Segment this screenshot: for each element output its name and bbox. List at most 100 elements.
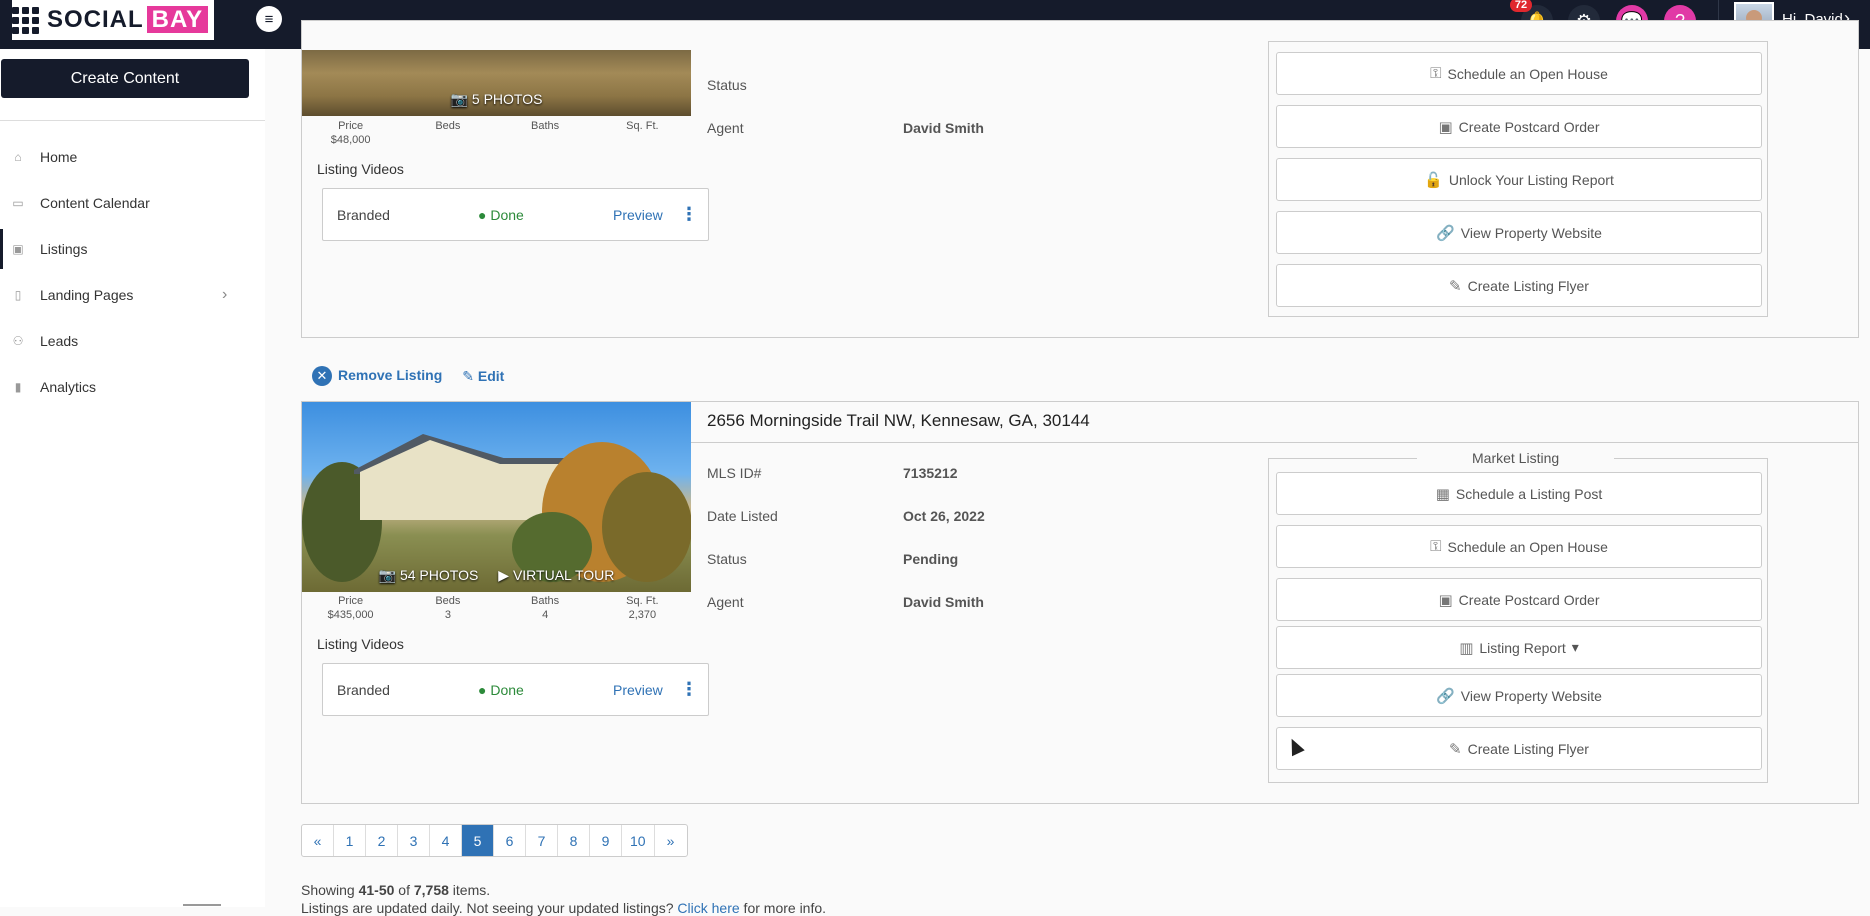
- click-here-link[interactable]: Click here: [677, 900, 739, 916]
- create-flyer-button[interactable]: ✎ Create Listing Flyer: [1276, 727, 1762, 770]
- bar-chart-icon: ▥: [1459, 639, 1474, 657]
- listing-actions-panel: Market Listing ▦ Schedule a Listing Post …: [1268, 450, 1768, 783]
- pagination-page[interactable]: 2: [366, 825, 398, 856]
- logo[interactable]: SOCIAL BAY: [12, 0, 215, 40]
- listing-report-dropdown[interactable]: ▥ Listing Report ▾: [1276, 626, 1762, 669]
- create-flyer-button[interactable]: ✎ Create Listing Flyer: [1276, 264, 1762, 307]
- divider: [691, 442, 1859, 443]
- camera-icon: 📷 5 PHOTOS: [450, 91, 543, 107]
- listing-actions-panel: ⚿ Schedule an Open House ▣ Create Postcard…: [1268, 41, 1768, 317]
- stat-price: Price $435,000: [327, 595, 374, 621]
- pagination-page[interactable]: 10: [622, 825, 655, 856]
- sidebar-item-landing-pages[interactable]: ▯ Landing Pages ›: [0, 275, 265, 315]
- pencil-icon: ✎: [462, 367, 478, 384]
- logo-text: SOCIAL BAY: [47, 6, 209, 34]
- detail-label: MLS ID#: [707, 465, 762, 481]
- key-icon: ⚿: [1430, 538, 1442, 555]
- unlock-report-button[interactable]: 🔓 Unlock Your Listing Report: [1276, 158, 1762, 201]
- schedule-open-house-button[interactable]: ⚿ Schedule an Open House: [1276, 52, 1762, 95]
- listings-icon: ▣: [12, 242, 24, 256]
- create-content-button[interactable]: Create Content: [1, 59, 249, 98]
- stat-beds: Beds: [435, 120, 461, 132]
- video-row: Branded ● Done Preview ⋮: [322, 663, 709, 716]
- sidebar: Create Content ⌂ Home ▭ Content Calendar…: [0, 49, 265, 907]
- sidebar-item-listings[interactable]: ▣ Listings: [0, 229, 265, 269]
- stat-baths: Baths: [531, 120, 560, 132]
- listing-address: 2656 Morningside Trail NW, Kennesaw, GA,…: [707, 411, 1090, 430]
- stat-sqft: Sq. Ft.: [626, 120, 659, 132]
- edit-listing-button[interactable]: ✎ Edit: [462, 368, 504, 385]
- link-icon: 🔗: [1436, 687, 1455, 705]
- sidebar-item-label: Leads: [40, 333, 79, 349]
- edit-icon: ✎: [1449, 740, 1462, 758]
- sidebar-item-analytics[interactable]: ▮ Analytics: [0, 367, 265, 407]
- sidebar-item-label: Analytics: [40, 379, 97, 395]
- view-website-button[interactable]: 🔗 View Property Website: [1276, 674, 1762, 717]
- key-icon: ⚿: [1430, 65, 1442, 82]
- detail-value: Pending: [903, 551, 959, 567]
- divider: [0, 120, 265, 121]
- listing-card: 📷 5 PHOTOS Price $48,000 Beds Baths Sq. F…: [301, 20, 1859, 338]
- listing-card: 📷 54 PHOTOS ▶ VIRTUAL TOUR Price $435,000…: [301, 401, 1859, 804]
- pagination-page[interactable]: 4: [430, 825, 462, 856]
- collapse-sidebar-icon[interactable]: ≡: [256, 6, 282, 32]
- image-icon: ▣: [1438, 591, 1453, 609]
- stat-beds: Beds 3: [435, 595, 461, 621]
- detail-value: David Smith: [903, 594, 984, 610]
- more-options-icon[interactable]: ⋮: [680, 679, 698, 700]
- sidebar-item-content-calendar[interactable]: ▭ Content Calendar: [0, 183, 265, 223]
- create-postcard-button[interactable]: ▣ Create Postcard Order: [1276, 105, 1762, 148]
- schedule-listing-post-button[interactable]: ▦ Schedule a Listing Post: [1276, 472, 1762, 515]
- preview-link[interactable]: Preview: [613, 207, 663, 223]
- home-icon: ⌂: [14, 150, 22, 164]
- leads-icon: ⚇: [12, 334, 24, 348]
- pagination-prev[interactable]: «: [302, 825, 334, 856]
- link-icon: 🔗: [1436, 224, 1455, 242]
- camera-icon[interactable]: 📷 54 PHOTOS: [379, 567, 479, 584]
- preview-link[interactable]: Preview: [613, 682, 663, 698]
- pagination-page[interactable]: 8: [558, 825, 590, 856]
- sidebar-item-label: Landing Pages: [40, 287, 134, 303]
- calendar-icon: ▭: [12, 196, 24, 210]
- create-postcard-button[interactable]: ▣ Create Postcard Order: [1276, 578, 1762, 621]
- listing-videos-title: Listing Videos: [317, 636, 404, 652]
- sidebar-item-label: Content Calendar: [40, 195, 150, 211]
- pagination: « 1 2 3 4 5 6 7 8 9 10 »: [301, 824, 688, 857]
- video-name: Branded: [337, 681, 390, 698]
- remove-listing-button[interactable]: ✕ Remove Listing: [312, 366, 442, 386]
- pagination-next[interactable]: »: [655, 825, 687, 856]
- pagination-page[interactable]: 9: [590, 825, 622, 856]
- calendar-icon: ▦: [1435, 485, 1450, 503]
- listing-photo[interactable]: 📷 5 PHOTOS: [302, 50, 691, 116]
- caret-down-icon: ▾: [1571, 639, 1579, 655]
- listing-stats: Price $48,000 Beds Baths Sq. Ft.: [302, 119, 691, 147]
- edit-icon: ✎: [1449, 277, 1462, 295]
- pagination-page[interactable]: 3: [398, 825, 430, 856]
- schedule-open-house-button[interactable]: ⚿ Schedule an Open House: [1276, 525, 1762, 568]
- video-name: Branded: [337, 206, 390, 223]
- apps-grid-icon: [12, 6, 39, 34]
- detail-value: David Smith: [903, 120, 984, 136]
- listing-photo[interactable]: 📷 54 PHOTOS ▶ VIRTUAL TOUR: [302, 402, 691, 592]
- pagination-page[interactable]: 6: [494, 825, 526, 856]
- view-website-button[interactable]: 🔗 View Property Website: [1276, 211, 1762, 254]
- stat-baths: Baths 4: [531, 595, 560, 621]
- detail-value: Oct 26, 2022: [903, 508, 985, 524]
- update-note: Listings are updated daily. Not seeing y…: [301, 900, 827, 916]
- pagination-page-active[interactable]: 5: [462, 825, 494, 856]
- pagination-page[interactable]: 1: [334, 825, 366, 856]
- detail-label: Date Listed: [707, 508, 778, 524]
- stat-sqft: Sq. Ft. 2,370: [626, 595, 659, 621]
- actions-legend: Market Listing: [1417, 450, 1615, 466]
- more-options-icon[interactable]: ⋮: [680, 204, 698, 225]
- scroll-indicator: [183, 904, 221, 906]
- sidebar-item-leads[interactable]: ⚇ Leads: [0, 321, 265, 361]
- listing-videos-title: Listing Videos: [317, 161, 404, 177]
- detail-label: Agent: [707, 594, 744, 610]
- listing-actions-row: ✕ Remove Listing ✎ Edit: [312, 366, 504, 386]
- pagination-page[interactable]: 7: [526, 825, 558, 856]
- notification-badge: 72: [1510, 0, 1532, 12]
- sidebar-item-home[interactable]: ⌂ Home: [0, 137, 265, 177]
- play-icon[interactable]: ▶ VIRTUAL TOUR: [498, 567, 614, 584]
- close-icon: ✕: [312, 366, 332, 386]
